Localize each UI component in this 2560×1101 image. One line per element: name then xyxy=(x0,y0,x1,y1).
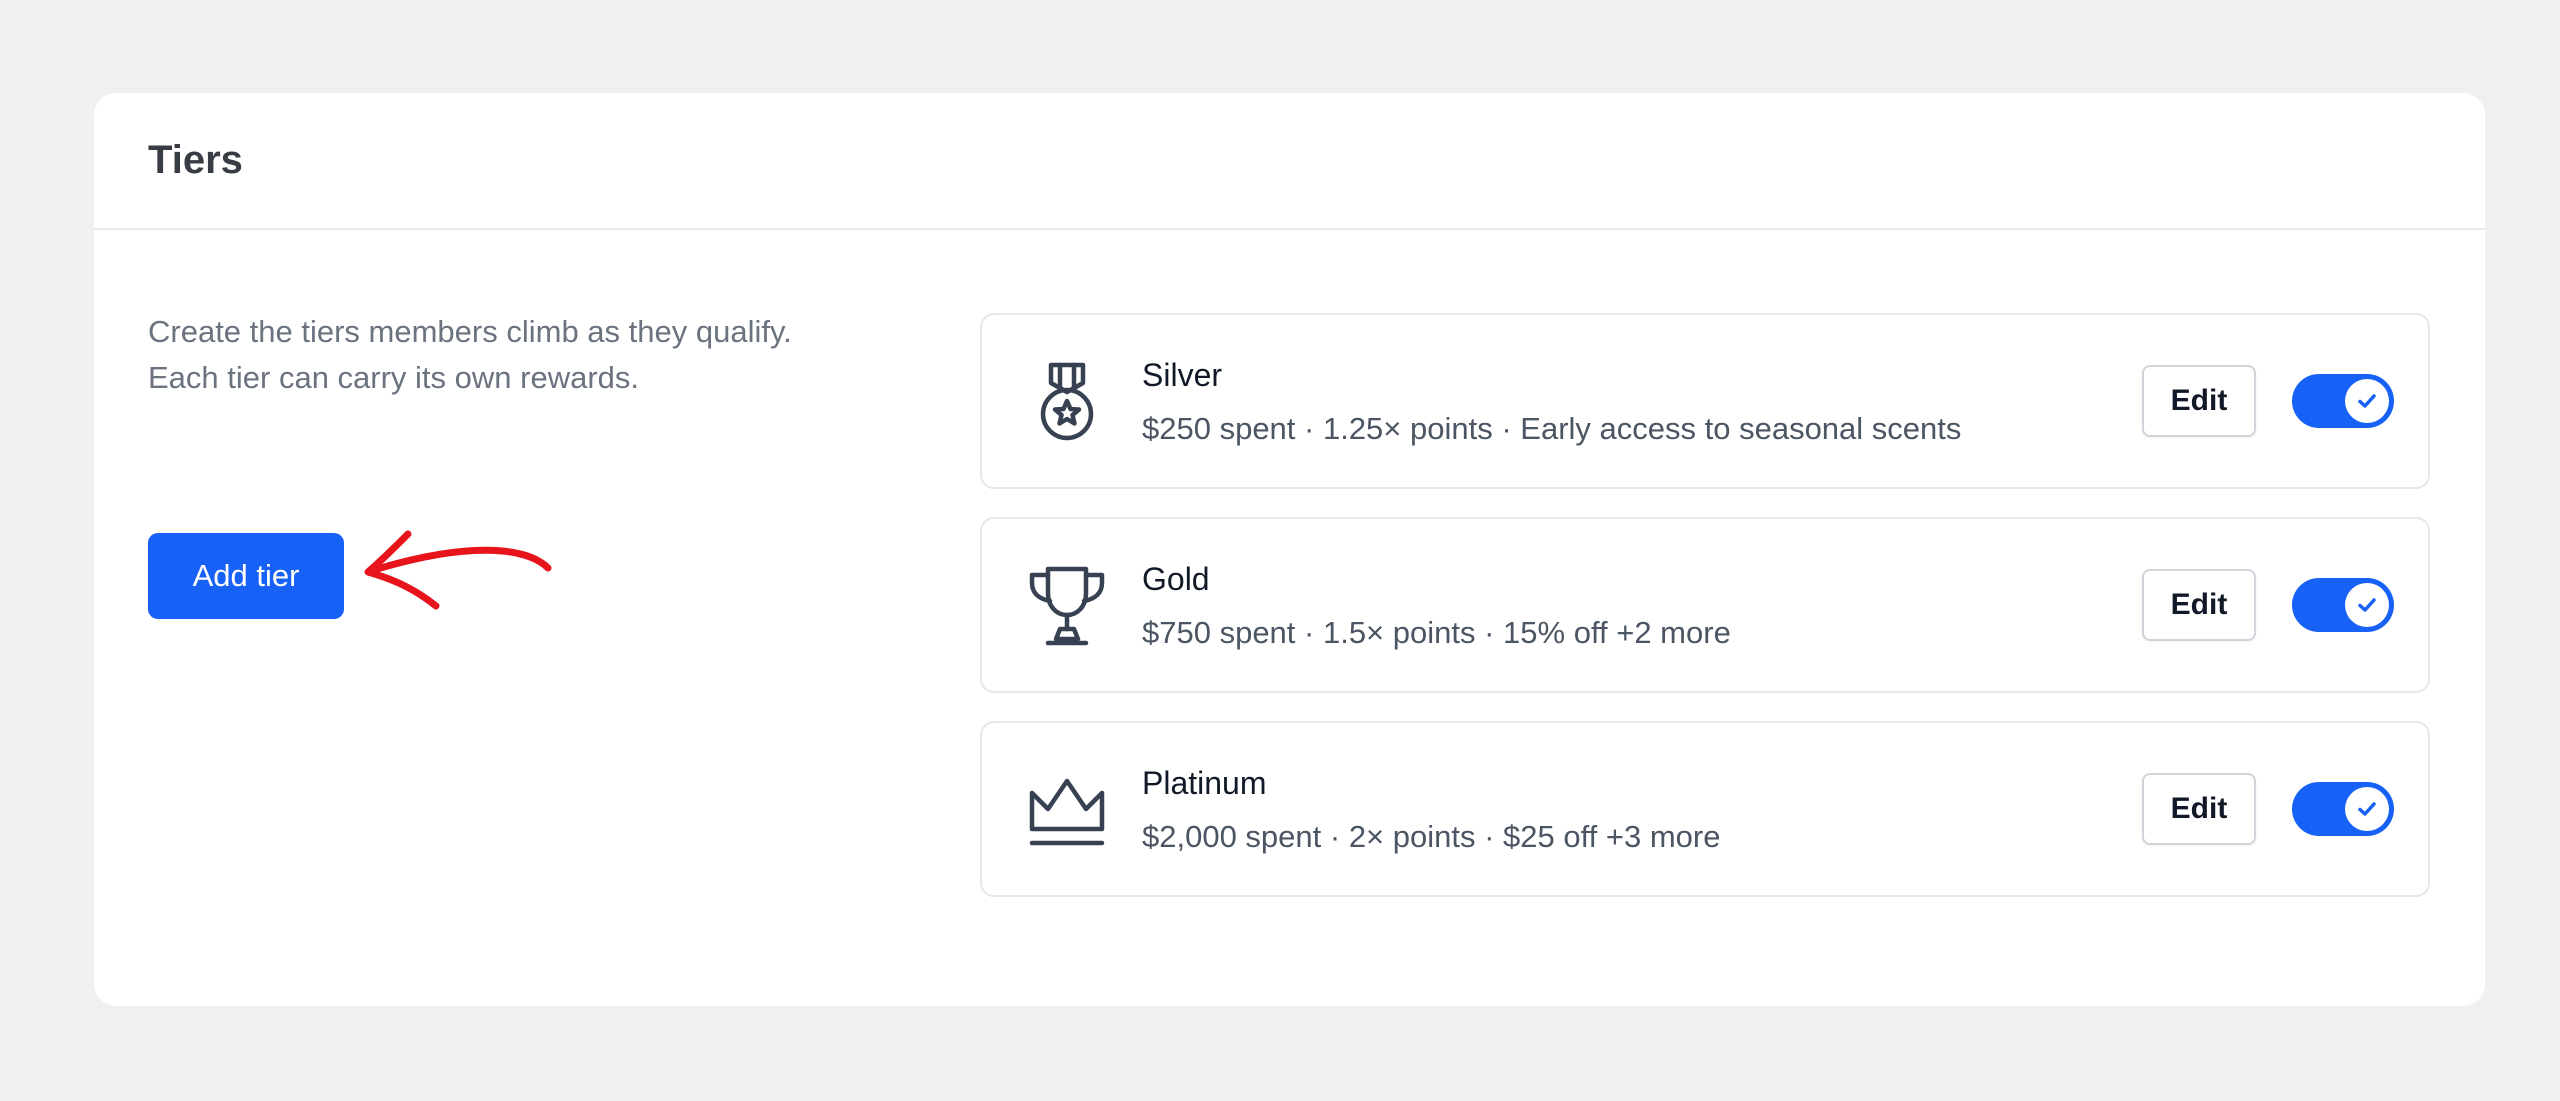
tier-name: Silver xyxy=(1142,357,1223,393)
intro-section: Create the tiers members climb as they q… xyxy=(148,309,928,619)
intro-line-1: Create the tiers members climb as they q… xyxy=(148,314,792,349)
check-icon xyxy=(2358,598,2376,612)
add-tier-button[interactable]: Add tier xyxy=(148,533,344,619)
edit-tier-button[interactable]: Edit xyxy=(2142,773,2256,845)
tier-details: $2,000 spent · 2× points · $25 off +3 mo… xyxy=(1142,819,1721,854)
medal-icon xyxy=(1040,362,1094,441)
tier-name: Platinum xyxy=(1142,765,1267,801)
intro-text: Create the tiers members climb as they q… xyxy=(148,309,928,401)
toggle-knob xyxy=(2345,379,2389,423)
check-icon xyxy=(2358,394,2376,408)
annotation-arrow-icon xyxy=(364,530,552,610)
tiers-card: Tiers Create the tiers members climb as … xyxy=(94,93,2485,1006)
check-icon xyxy=(2358,802,2376,816)
tier-name: Gold xyxy=(1142,561,1210,597)
tier-row-gold: Gold $750 spent · 1.5× points · 15% off … xyxy=(980,517,2430,693)
intro-line-2: Each tier can carry its own rewards. xyxy=(148,360,640,395)
trophy-icon xyxy=(1029,566,1105,646)
tier-row-silver: Silver $250 spent · 1.25× points · Early… xyxy=(980,313,2430,489)
card-header: Tiers xyxy=(94,93,2485,230)
edit-tier-button[interactable]: Edit xyxy=(2142,365,2256,437)
tier-details: $250 spent · 1.25× points · Early access… xyxy=(1142,411,1962,446)
tier-enabled-toggle[interactable] xyxy=(2292,374,2394,428)
crown-icon xyxy=(1029,778,1105,846)
edit-tier-button[interactable]: Edit xyxy=(2142,569,2256,641)
page-title: Tiers xyxy=(148,138,243,182)
toggle-knob xyxy=(2345,787,2389,831)
toggle-knob xyxy=(2345,583,2389,627)
tier-enabled-toggle[interactable] xyxy=(2292,782,2394,836)
tier-list: Silver $250 spent · 1.25× points · Early… xyxy=(980,313,2430,925)
tier-enabled-toggle[interactable] xyxy=(2292,578,2394,632)
tier-details: $750 spent · 1.5× points · 15% off +2 mo… xyxy=(1142,615,1731,650)
tier-row-platinum: Platinum $2,000 spent · 2× points · $25 … xyxy=(980,721,2430,897)
